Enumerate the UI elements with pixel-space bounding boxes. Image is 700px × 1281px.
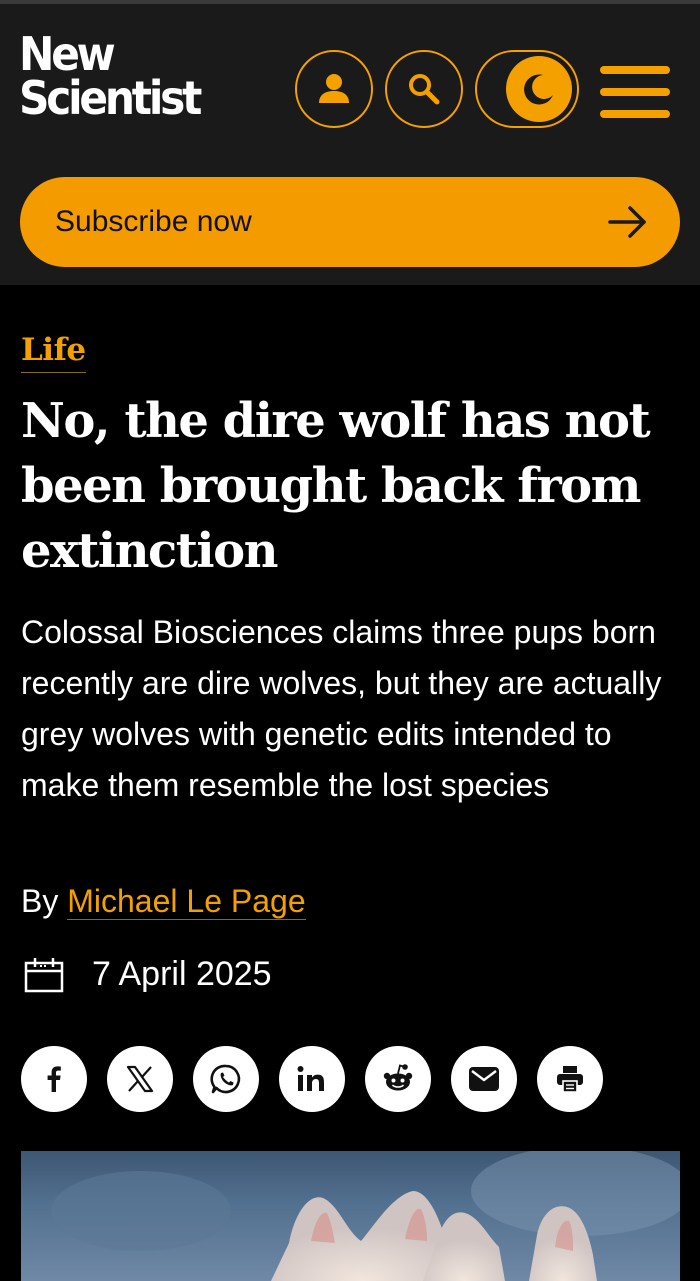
search-icon <box>409 74 440 105</box>
byline-prefix: By <box>21 883 59 919</box>
article-standfirst: Colossal Biosciences claims three pups b… <box>21 614 662 803</box>
article-headline: No, the dire wolf has not been brought b… <box>21 393 651 579</box>
whatsapp-icon <box>210 1064 241 1094</box>
wolf-pups-photo <box>51 1151 680 1281</box>
share-email-button[interactable] <box>451 1046 517 1112</box>
publish-date-text: 7 April 2025 <box>92 955 272 993</box>
hamburger-icon-bar <box>600 110 670 118</box>
logo-line-2: Scientist <box>19 71 202 125</box>
share-linkedin-button[interactable] <box>279 1046 345 1112</box>
site-logo[interactable]: New Scientist <box>19 27 202 125</box>
site-header: New Scientist Subscribe now <box>0 4 700 285</box>
linkedin-icon <box>297 1066 324 1091</box>
article-content: Life No, the dire wolf has not been brou… <box>0 285 700 1281</box>
print-button[interactable] <box>537 1046 603 1112</box>
share-buttons <box>21 1046 623 1112</box>
author-link[interactable]: Michael Le Page <box>67 883 306 920</box>
subscribe-button[interactable]: Subscribe now <box>20 177 680 267</box>
menu-button[interactable] <box>600 66 670 118</box>
email-icon <box>469 1067 499 1091</box>
section-link[interactable]: Life <box>21 332 86 373</box>
hero-image <box>21 1151 680 1281</box>
print-icon <box>557 1066 583 1093</box>
hamburger-icon <box>600 66 670 74</box>
moon-icon <box>524 74 553 105</box>
publish-date: 7 April 2025 <box>24 955 272 994</box>
facebook-icon <box>47 1066 61 1092</box>
hamburger-icon-bar <box>600 88 670 96</box>
arrow-right-icon <box>608 206 646 238</box>
search-button[interactable] <box>385 50 463 128</box>
share-reddit-button[interactable] <box>365 1046 431 1112</box>
theme-toggle-knob <box>506 56 572 122</box>
subscribe-label: Subscribe now <box>55 205 252 238</box>
account-button[interactable] <box>295 50 373 128</box>
user-icon <box>319 74 349 103</box>
byline: By Michael Le Page <box>21 883 306 920</box>
logo-line-1: New <box>19 27 116 81</box>
share-x-button[interactable] <box>107 1046 173 1112</box>
theme-toggle[interactable] <box>475 50 579 128</box>
calendar-icon <box>24 957 64 992</box>
share-whatsapp-button[interactable] <box>193 1046 259 1112</box>
x-icon <box>126 1065 154 1093</box>
share-facebook-button[interactable] <box>21 1046 87 1112</box>
reddit-icon <box>383 1064 413 1091</box>
